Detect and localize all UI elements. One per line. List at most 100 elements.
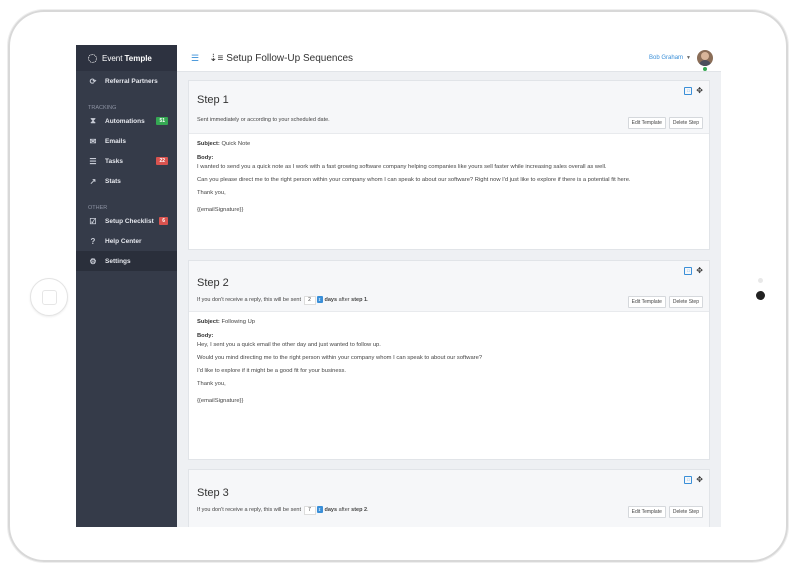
tasks-badge: 22 <box>156 157 168 165</box>
sidebar-item-label: Stats <box>105 177 121 185</box>
delete-step-button[interactable]: Delete Step <box>668 117 703 129</box>
step-subtitle: Sent immediately or according to your sc… <box>197 117 330 123</box>
step-tools: □ ✥ <box>684 267 703 275</box>
step-actions: Edit Template Delete Step <box>627 296 703 308</box>
step-tools: □ ✥ <box>684 476 703 484</box>
move-icon[interactable]: ✥ <box>696 476 703 484</box>
sidebar-item-referral-partners[interactable]: ⟳ Referral Partners <box>76 71 177 91</box>
body-line: {{emailSignature}} <box>197 207 244 213</box>
email-preview: Subject: Quick Note Body: I wanted to se… <box>189 134 709 228</box>
sidebar-item-label: Help Center <box>105 237 142 245</box>
step-subtitle: If you don't receive a reply, this will … <box>197 296 369 305</box>
expand-icon[interactable]: □ <box>684 267 693 275</box>
step-card-2: □ ✥ Step 2 If you don't receive a reply,… <box>188 260 710 460</box>
days-input[interactable]: 7 <box>303 506 316 515</box>
step-subtitle: If you don't receive a reply, this will … <box>197 506 369 515</box>
body-line: I wanted to send you a quick note as I w… <box>197 164 607 170</box>
sidebar-item-tasks[interactable]: ☰ Tasks 22 <box>76 151 177 171</box>
edit-template-button[interactable]: Edit Template <box>627 117 666 129</box>
brand-icon <box>88 53 97 63</box>
sidebar-item-settings[interactable]: ⚙ Settings <box>76 251 177 271</box>
subject-label: Subject: <box>197 319 220 325</box>
edit-template-button[interactable]: Edit Template <box>627 296 666 308</box>
sidebar-item-stats[interactable]: ↗ Stats <box>76 171 177 191</box>
home-button <box>30 278 68 316</box>
stepper-icon[interactable]: ⇕ <box>316 296 323 303</box>
brand-light: Event <box>102 53 123 63</box>
sidebar-item-emails[interactable]: ✉ Emails <box>76 131 177 151</box>
menu-toggle-icon[interactable]: ☰ <box>191 53 199 64</box>
sidebar-item-automations[interactable]: ⧗ Automations 51 <box>76 111 177 131</box>
step-card-1: □ ✥ Step 1 Sent immediately or according… <box>188 80 710 250</box>
sidebar-item-label: Automations <box>105 117 145 125</box>
body-line: Can you please direct me to the right pe… <box>197 177 631 183</box>
body-line: {{emailSignature}} <box>197 398 244 404</box>
avatar <box>697 50 713 66</box>
after-text: after <box>338 297 350 303</box>
delay-text: If you don't receive a reply, this will … <box>197 297 301 303</box>
step-tools: □ ✥ <box>684 87 703 95</box>
chevron-down-icon: ▼ <box>686 55 691 61</box>
delete-step-button[interactable]: Delete Step <box>668 506 703 518</box>
light-sensor <box>758 278 763 283</box>
delay-text: If you don't receive a reply, this will … <box>197 507 301 513</box>
automations-badge: 51 <box>156 117 168 125</box>
subject-line: Subject: Quick Note <box>197 141 701 147</box>
envelope-icon: ✉ <box>89 136 97 146</box>
checkbox-icon: ☑ <box>89 216 97 226</box>
sidebar-item-label: Settings <box>105 257 131 265</box>
sidebar-item-setup-checklist[interactable]: ☑ Setup Checklist 6 <box>76 211 177 231</box>
step-header: □ ✥ Step 2 If you don't receive a reply,… <box>189 261 709 312</box>
delete-step-button[interactable]: Delete Step <box>668 296 703 308</box>
sidebar-item-label: Emails <box>105 137 126 145</box>
days-label: days <box>324 507 338 513</box>
days-label: days <box>324 297 338 303</box>
move-icon[interactable]: ✥ <box>696 267 703 275</box>
step-actions: Edit Template Delete Step <box>627 506 703 518</box>
sidebar-item-help-center[interactable]: ? Help Center <box>76 231 177 251</box>
step-title: Step 2 <box>197 277 229 289</box>
hourglass-icon: ⧗ <box>90 116 96 125</box>
sidebar-item-label: Tasks <box>105 157 123 165</box>
camera <box>756 291 765 300</box>
end-dot: . <box>367 507 369 513</box>
expand-icon[interactable]: □ <box>684 476 693 484</box>
body-label: Body: <box>197 333 214 339</box>
sidebar-item-label: Setup Checklist <box>105 217 154 225</box>
body-line: Would you mind directing me to the right… <box>197 355 483 361</box>
stepper-icon[interactable]: ⇕ <box>316 506 323 513</box>
app-screen: Event Temple ⟳ Referral Partners TRACKIN… <box>76 45 721 527</box>
subject-line: Subject: Following Up <box>197 319 701 325</box>
step-title: Step 3 <box>197 487 229 499</box>
brand-logo[interactable]: Event Temple <box>76 45 177 71</box>
days-input[interactable]: 2 <box>303 296 316 305</box>
step-actions: Edit Template Delete Step <box>627 117 703 129</box>
subject-text: Following Up <box>221 319 256 325</box>
section-label-other: OTHER <box>88 205 108 211</box>
user-menu[interactable]: Bob Graham ▼ <box>649 50 713 71</box>
user-name: Bob Graham <box>649 55 684 61</box>
expand-icon[interactable]: □ <box>684 87 693 95</box>
sidebar: Event Temple ⟳ Referral Partners TRACKIN… <box>76 45 177 527</box>
subject-text: Quick Note <box>221 141 251 147</box>
end-dot: . <box>367 297 369 303</box>
online-status-icon <box>703 67 707 71</box>
chart-icon: ↗ <box>89 176 97 186</box>
page-title: Setup Follow-Up Sequences <box>226 52 354 64</box>
body-line: I'd like to explore if it might be a goo… <box>197 368 347 374</box>
subject-label: Subject: <box>197 141 220 147</box>
edit-template-button[interactable]: Edit Template <box>627 506 666 518</box>
email-preview: Subject: Following Up Body: Hey, I sent … <box>189 312 709 419</box>
sidebar-item-label: Referral Partners <box>105 77 158 85</box>
brand-bold: Temple <box>124 53 152 63</box>
body-line: Hey, I sent you a quick email the other … <box>197 342 381 348</box>
move-icon[interactable]: ✥ <box>696 87 703 95</box>
step-card-3: □ ✥ Step 3 If you don't receive a reply,… <box>188 469 710 527</box>
step-title: Step 1 <box>197 94 229 106</box>
step-header: □ ✥ Step 3 If you don't receive a reply,… <box>189 470 709 527</box>
gears-icon: ⚙ <box>89 256 97 266</box>
checklist-badge: 6 <box>159 217 168 225</box>
top-header: ☰ ⇣≡ Setup Follow-Up Sequences Bob Graha… <box>177 45 721 72</box>
refresh-icon: ⟳ <box>89 76 97 86</box>
after-text: after <box>338 507 350 513</box>
